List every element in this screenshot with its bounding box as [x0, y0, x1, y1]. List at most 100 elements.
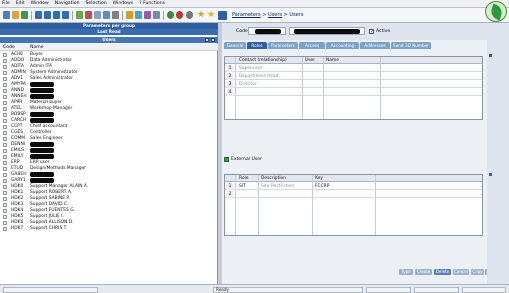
view-icon[interactable]: [218, 11, 227, 20]
column-header-role[interactable]: Role: [239, 175, 248, 182]
column-header-key[interactable]: Key: [315, 175, 323, 182]
tab-general[interactable]: General: [224, 42, 246, 49]
link-icon[interactable]: [144, 11, 151, 19]
favorite-star-icon[interactable]: ★: [197, 10, 205, 20]
delete-button[interactable]: Delete: [434, 269, 451, 275]
active-checkbox[interactable]: ✓: [369, 29, 374, 35]
user-icon: [3, 71, 7, 75]
key-cell[interactable]: FCCRP: [315, 183, 329, 190]
menu-selection[interactable]: Selection: [86, 1, 107, 6]
contact-cell[interactable]: Director: [239, 81, 257, 88]
tab-accounting[interactable]: Accounting: [326, 42, 359, 49]
menu-navigation[interactable]: Navigation: [55, 1, 80, 6]
redacted-name: [30, 112, 54, 117]
table-row[interactable]: 3 Director: [225, 81, 482, 88]
menu-file[interactable]: File: [2, 1, 10, 6]
redacted-name: [30, 172, 54, 177]
menu-windows[interactable]: Windows: [113, 1, 134, 6]
tab-access[interactable]: Access: [299, 42, 325, 49]
table-row[interactable]: 1 Supervisor: [225, 65, 482, 72]
list-item[interactable]: HDK7 Support CHRIS T.: [0, 226, 218, 232]
table-row[interactable]: 2: [225, 191, 482, 198]
menu-window[interactable]: Window: [31, 1, 49, 6]
column-header-user[interactable]: User: [305, 57, 315, 64]
description-cell[interactable]: Site Restriction: [261, 183, 294, 190]
code-field[interactable]: [248, 27, 286, 35]
contact-cell[interactable]: Supervisor: [239, 65, 262, 72]
user-icon: [3, 107, 7, 111]
first-record-icon[interactable]: [35, 11, 42, 19]
menu-bar: File Edit Window Navigation Selection Wi…: [0, 0, 509, 8]
breadcrumb-parameters[interactable]: Parameters: [232, 12, 261, 18]
print-icon[interactable]: [94, 11, 101, 19]
app-logo: [485, 1, 507, 22]
create-button[interactable]: Create: [415, 269, 432, 275]
comment-icon[interactable]: [135, 11, 142, 19]
contacts-grid: Contact (relationship) User Name 1 Super…: [224, 56, 483, 120]
grid-options-icon[interactable]: [489, 173, 492, 176]
panel-minimize-icon[interactable]: [205, 38, 209, 42]
save-icon[interactable]: [76, 11, 83, 19]
user-icon: [3, 203, 7, 207]
previous-record-icon[interactable]: [44, 11, 51, 19]
breadcrumb: Parameters > Users > Users: [232, 12, 303, 18]
user-icon: [3, 209, 7, 213]
column-header-name[interactable]: Name: [326, 57, 339, 64]
table-row[interactable]: 4: [225, 89, 482, 96]
refresh-icon[interactable]: [21, 11, 28, 19]
attachment-icon[interactable]: [126, 11, 133, 19]
stop-icon[interactable]: [176, 11, 183, 19]
column-header-code[interactable]: Code: [3, 44, 15, 51]
toolbar-separator: [163, 11, 164, 20]
mail-icon[interactable]: [153, 11, 160, 19]
user-icon: [3, 215, 7, 219]
role-cell[interactable]: SIT: [239, 183, 246, 190]
detail-tabs: General Roles Parameters Access Accounti…: [222, 42, 487, 49]
leaf-icon: [489, 3, 504, 21]
user-icon: [3, 149, 7, 153]
user-icon: [3, 131, 7, 135]
copy-button[interactable]: Copy: [471, 269, 484, 275]
bookmark-star-icon[interactable]: ★: [207, 10, 215, 20]
folder-icon[interactable]: [12, 11, 19, 19]
type-button[interactable]: Type: [399, 269, 413, 275]
last-read-bar[interactable]: Last Read: [0, 29, 218, 35]
column-header-contact[interactable]: Contact (relationship): [239, 57, 287, 64]
contact-cell[interactable]: Department Head: [239, 73, 278, 80]
table-row[interactable]: 2 Department Head: [225, 73, 482, 80]
column-header-name[interactable]: Name: [30, 44, 44, 51]
next-record-icon[interactable]: [53, 11, 60, 19]
user-list-panel: Parameters per group Last Read Users Cod…: [0, 23, 218, 284]
help-icon[interactable]: [186, 11, 193, 19]
breadcrumb-users[interactable]: Users: [268, 12, 282, 18]
delete-icon[interactable]: [85, 11, 92, 19]
panel-close-icon[interactable]: [211, 38, 215, 42]
info-icon[interactable]: [167, 11, 174, 19]
grid-options-icon[interactable]: [489, 54, 492, 57]
user-icon: [3, 221, 7, 225]
status-message: Ready: [213, 287, 363, 293]
tab-roles[interactable]: Roles: [247, 42, 267, 49]
tools-icon[interactable]: [112, 11, 119, 19]
last-record-icon[interactable]: [62, 11, 69, 19]
contacts-grid-header: Contact (relationship) User Name: [225, 57, 482, 64]
tab-parameters[interactable]: Parameters: [268, 42, 298, 49]
tab-addresses[interactable]: Addresses: [360, 42, 390, 49]
user-icon: [3, 101, 7, 105]
breadcrumb-current: Users: [289, 12, 304, 18]
column-header-description[interactable]: Description: [261, 175, 286, 182]
cancel-button[interactable]: Cancel: [453, 269, 469, 275]
external-user-checkbox[interactable]: [224, 157, 229, 162]
user-icon: [3, 179, 7, 183]
search-icon[interactable]: [103, 11, 110, 19]
status-field: [3, 287, 98, 293]
tab-send-3d-number[interactable]: Send 3D Number: [391, 42, 431, 49]
name-field[interactable]: [289, 27, 365, 35]
table-row[interactable]: 1 SIT Site Restriction FCCRP: [225, 183, 482, 190]
redacted-name: [30, 82, 54, 87]
users-bar[interactable]: Users: [0, 37, 218, 43]
menu-edit[interactable]: Edit: [16, 1, 25, 6]
menu-functions[interactable]: ? Functions: [139, 1, 165, 6]
redacted-name: [30, 148, 54, 153]
home-icon[interactable]: [3, 11, 10, 19]
